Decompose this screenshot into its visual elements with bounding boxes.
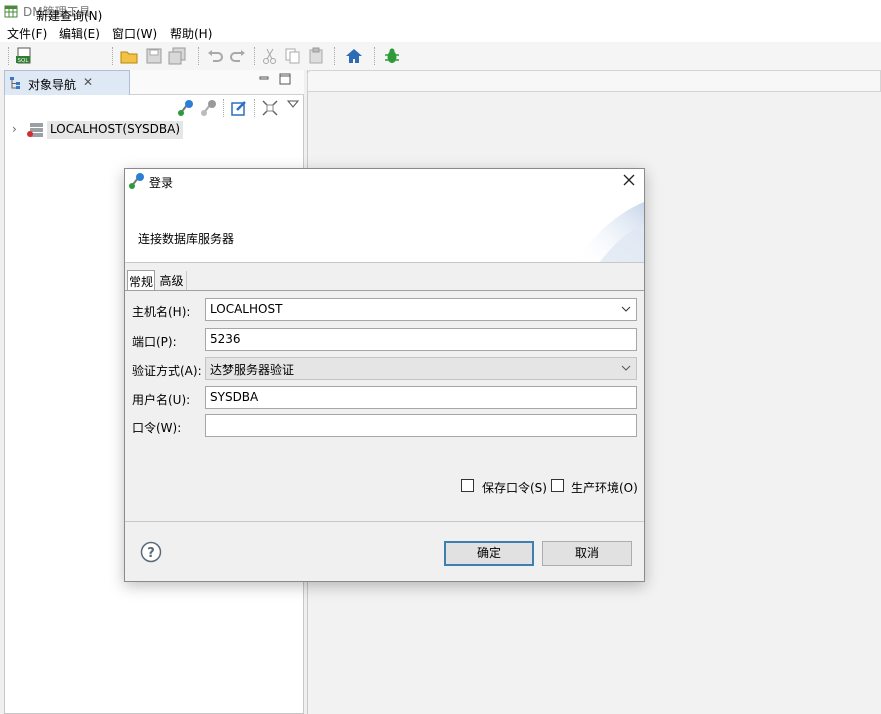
copy-icon[interactable]: [284, 47, 302, 65]
navigator-tab-label: 对象导航: [28, 78, 77, 92]
tab-advanced[interactable]: 高级: [157, 271, 187, 290]
port-value: 5236: [210, 332, 241, 346]
username-input[interactable]: SYSDBA: [205, 386, 637, 409]
menu-window[interactable]: 窗口(W): [112, 25, 157, 42]
tree-expand-chevron-icon[interactable]: ›: [12, 122, 17, 136]
host-select[interactable]: LOCALHOST: [205, 298, 637, 321]
chevron-down-icon: [621, 306, 631, 312]
toolbar-separator: [198, 47, 199, 65]
tab-general[interactable]: 常规: [127, 270, 155, 290]
open-folder-icon[interactable]: [120, 47, 138, 65]
help-icon[interactable]: ?: [140, 541, 162, 563]
auth-label: 验证方式(A):: [132, 364, 202, 378]
password-input[interactable]: [205, 414, 637, 437]
save-password-label[interactable]: 保存口令(S): [482, 479, 547, 496]
navigator-tree-icon: [10, 77, 20, 89]
paste-icon[interactable]: [307, 47, 325, 65]
menu-file[interactable]: 文件(F): [7, 25, 47, 42]
production-env-label[interactable]: 生产环境(O): [571, 479, 638, 496]
username-value: SYSDBA: [210, 390, 259, 404]
title-bar: [0, 0, 881, 22]
maximize-icon[interactable]: [279, 73, 291, 85]
password-label: 口令(W):: [132, 421, 182, 435]
navigator-toolbar: [5, 95, 303, 120]
login-connect-icon: [129, 173, 144, 189]
minimize-icon[interactable]: [259, 73, 269, 83]
editor-tab-bar: [307, 70, 881, 92]
connect-icon[interactable]: [177, 99, 195, 117]
ok-button[interactable]: 确定: [444, 541, 534, 566]
banner-decoration: [575, 202, 644, 262]
toolbar-separator: [112, 47, 113, 65]
dialog-banner: [125, 192, 644, 262]
port-label: 端口(P):: [132, 335, 177, 349]
close-tab-icon[interactable]: ✕: [83, 75, 93, 89]
svg-text:SQL: SQL: [18, 58, 30, 64]
host-label: 主机名(H):: [132, 305, 191, 319]
view-menu-chevron-down-icon[interactable]: [287, 99, 299, 109]
toolbar-separator: [223, 99, 224, 117]
save-password-checkbox[interactable]: [461, 479, 474, 492]
close-icon[interactable]: [618, 169, 640, 191]
svg-text:?: ?: [147, 546, 155, 561]
menu-edit[interactable]: 编辑(E): [59, 25, 100, 42]
production-env-checkbox[interactable]: [551, 479, 564, 492]
toolbar: SQL: [0, 42, 881, 70]
toolbar-separator: [254, 47, 255, 65]
toolbar-separator: [334, 47, 335, 65]
port-input[interactable]: 5236: [205, 328, 637, 351]
app-icon: [4, 5, 18, 18]
new-query-button[interactable]: 新建查询(N): [36, 7, 102, 24]
debug-bug-icon[interactable]: [383, 47, 401, 65]
menu-help[interactable]: 帮助(H): [170, 25, 212, 42]
toolbar-separator: [254, 99, 255, 117]
home-icon[interactable]: [345, 47, 363, 65]
chevron-down-icon: [621, 365, 631, 371]
cut-icon[interactable]: [261, 47, 279, 65]
cancel-button[interactable]: 取消: [542, 541, 632, 566]
new-query-icon[interactable]: SQL: [15, 47, 33, 65]
dialog-banner-text: 连接数据库服务器: [138, 232, 235, 246]
save-all-icon[interactable]: [168, 47, 186, 65]
auth-method-select[interactable]: 达梦服务器验证: [205, 357, 637, 380]
redo-icon[interactable]: [229, 47, 247, 65]
auth-method-value: 达梦服务器验证: [210, 363, 295, 377]
disconnect-icon[interactable]: [200, 99, 218, 117]
tree-node-localhost[interactable]: LOCALHOST(SYSDBA): [47, 121, 184, 139]
host-value: LOCALHOST: [210, 302, 283, 316]
expand-all-icon[interactable]: [261, 99, 279, 117]
save-icon[interactable]: [145, 47, 163, 65]
dialog-title: 登录: [149, 176, 174, 190]
toolbar-separator: [8, 47, 9, 65]
undo-icon[interactable]: [206, 47, 224, 65]
edit-icon[interactable]: [230, 99, 248, 117]
toolbar-separator: [374, 47, 375, 65]
database-server-icon: [27, 123, 43, 137]
username-label: 用户名(U):: [132, 393, 191, 407]
menu-bar: 文件(F) 编辑(E) 窗口(W) 帮助(H): [0, 22, 881, 42]
